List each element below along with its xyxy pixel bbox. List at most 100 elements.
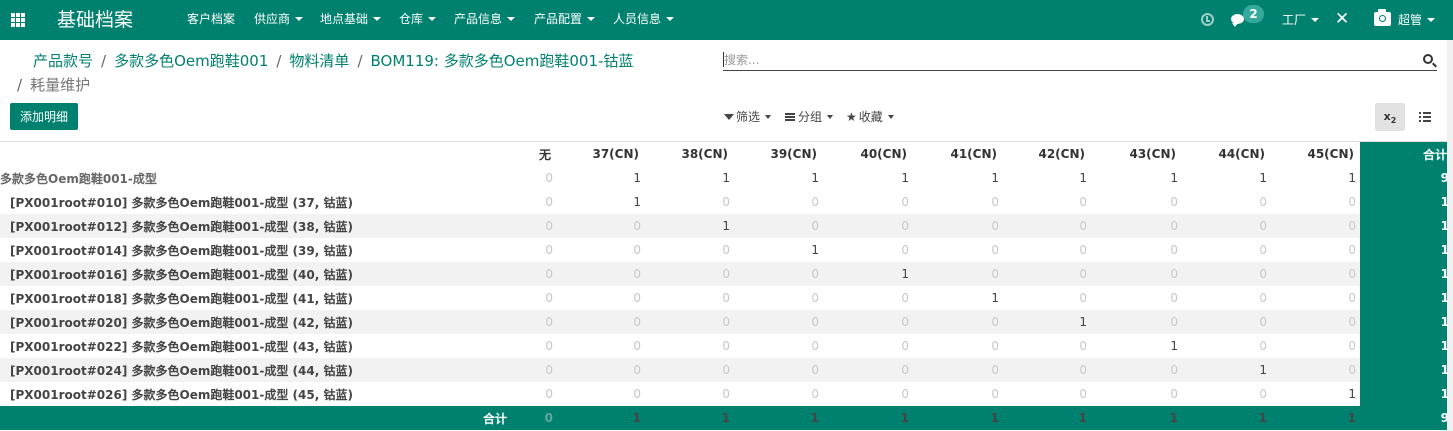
breadcrumb-item-bom-list[interactable]: 物料清单 <box>289 52 349 70</box>
pivot-cell: 0 <box>901 291 909 305</box>
pivot-cell: 0 <box>557 310 645 334</box>
caret-down-icon <box>1311 17 1320 22</box>
pivot-row-header[interactable]: [PX001root#024] 多款多色Oem跑鞋001-成型 (44, 钴蓝) <box>0 358 521 382</box>
filters-label: 筛选 <box>736 110 761 124</box>
pivot-row-header[interactable]: [PX001root#026] 多款多色Oem跑鞋001-成型 (45, 钴蓝) <box>0 382 521 406</box>
pivot-data-row: [PX001root#022] 多款多色Oem跑鞋001-成型 (43, 钴蓝)… <box>0 334 1453 358</box>
pivot-row-total: 1 <box>1360 190 1453 214</box>
pivot-row-header[interactable]: [PX001root#010] 多款多色Oem跑鞋001-成型 (37, 钴蓝) <box>0 190 521 214</box>
pivot-cell: 0 <box>734 358 823 382</box>
breadcrumb-separator: / <box>276 52 282 70</box>
favorites-dropdown[interactable]: ★ 收藏 <box>846 109 894 125</box>
breadcrumb-item-bom[interactable]: BOM119: 多款多色Oem跑鞋001-钴蓝 <box>371 52 634 70</box>
pivot-cell: 0 <box>991 387 999 401</box>
menu-location-basics[interactable]: 地点基础 <box>320 11 382 27</box>
pivot-cell: 0 <box>913 310 1003 334</box>
pivot-cell: 1 <box>1003 310 1091 334</box>
messages-count-badge: 2 <box>1243 5 1264 23</box>
menu-customer-files[interactable]: 客户档案 <box>187 11 235 27</box>
pivot-cell: 0 <box>1348 339 1356 353</box>
pivot-column-header[interactable]: 44(CN) <box>1182 142 1271 166</box>
user-menu[interactable]: 超管 <box>1398 11 1436 28</box>
filters-dropdown[interactable]: 筛选 <box>724 109 772 125</box>
pivot-cell: 0 <box>1003 358 1091 382</box>
group-by-label: 分组 <box>798 110 823 124</box>
pivot-column-header[interactable]: 45(CN) <box>1271 142 1360 166</box>
pivot-cell: 0 <box>811 291 819 305</box>
activity-clock-icon[interactable] <box>1201 13 1214 26</box>
pivot-cell: 0 <box>557 214 645 238</box>
pivot-cell: 0 <box>722 195 730 209</box>
pivot-cell: 0 <box>545 243 553 257</box>
camera-icon[interactable] <box>1374 9 1391 26</box>
pivot-footer-cell: 1 <box>645 406 734 430</box>
pivot-data-row: [PX001root#018] 多款多色Oem跑鞋001-成型 (41, 钴蓝)… <box>0 286 1453 310</box>
pivot-cell: 0 <box>557 262 645 286</box>
pivot-cell: 1 <box>991 171 999 185</box>
pivot-row-header[interactable]: [PX001root#018] 多款多色Oem跑鞋001-成型 (41, 钴蓝) <box>0 286 521 310</box>
pivot-column-header[interactable]: 38(CN) <box>645 142 734 166</box>
pivot-row-header[interactable]: [PX001root#014] 多款多色Oem跑鞋001-成型 (39, 钴蓝) <box>0 238 521 262</box>
pivot-row-header[interactable]: [PX001root#020] 多款多色Oem跑鞋001-成型 (42, 钴蓝) <box>0 310 521 334</box>
pivot-cell: 0 <box>545 195 553 209</box>
pivot-column-header[interactable]: 37(CN) <box>557 142 645 166</box>
pivot-column-header[interactable]: 39(CN) <box>734 142 823 166</box>
pivot-cell: 0 <box>734 262 823 286</box>
pivot-row-total: 1 <box>1360 286 1453 310</box>
company-switcher[interactable]: 工厂 <box>1282 11 1320 28</box>
pivot-data-row: [PX001root#024] 多款多色Oem跑鞋001-成型 (44, 钴蓝)… <box>0 358 1453 382</box>
add-detail-button[interactable]: 添加明细 <box>10 103 78 130</box>
menu-label: 供应商 <box>254 12 291 26</box>
pivot-row-total: 1 <box>1360 310 1453 334</box>
menu-warehouse[interactable]: 仓库 <box>399 11 437 27</box>
pivot-footer-cell: 1 <box>1182 406 1271 430</box>
menu-suppliers[interactable]: 供应商 <box>254 11 304 27</box>
pivot-cell: 1 <box>811 243 819 257</box>
pivot-row-header[interactable]: [PX001root#012] 多款多色Oem跑鞋001-成型 (38, 钴蓝) <box>0 214 521 238</box>
search-input[interactable] <box>723 50 1403 70</box>
pivot-cell: 0 <box>633 387 641 401</box>
pivot-column-header[interactable]: 41(CN) <box>913 142 1003 166</box>
menu-product-info[interactable]: 产品信息 <box>454 11 516 27</box>
pivot-cell: 0 <box>1170 387 1178 401</box>
pivot-cell: 1 <box>1259 171 1267 185</box>
vertical-scrollbar[interactable] <box>1447 40 1453 431</box>
pivot-footer-cell: 0 <box>521 406 557 430</box>
messages-icon[interactable] <box>1231 14 1244 27</box>
pivot-cell: 0 <box>1079 195 1087 209</box>
search-icon[interactable] <box>1423 54 1433 64</box>
pivot-cell: 0 <box>545 291 553 305</box>
subscript-view-button[interactable]: x2 <box>1375 103 1405 131</box>
pivot-cell: 0 <box>633 339 641 353</box>
group-by-dropdown[interactable]: 分组 <box>785 109 834 125</box>
pivot-cell: 1 <box>811 171 819 185</box>
pivot-cell: 0 <box>811 387 819 401</box>
breadcrumb-item-product[interactable]: 多款多色Oem跑鞋001 <box>114 52 268 70</box>
pivot-cell: 0 <box>1271 214 1360 238</box>
pivot-table-container: 无 37(CN) 38(CN) 39(CN) 40(CN) 41(CN) 42(CN) 43(… <box>0 141 1453 431</box>
pivot-cell: 0 <box>1182 262 1271 286</box>
pivot-column-header[interactable]: 43(CN) <box>1091 142 1182 166</box>
pivot-column-header[interactable]: 无 <box>521 142 557 166</box>
menu-label: 产品信息 <box>454 12 503 26</box>
pivot-cell: 1 <box>1170 171 1178 185</box>
pivot-cell: 0 <box>1348 195 1356 209</box>
pivot-cell: 0 <box>1003 214 1091 238</box>
pivot-cell: 0 <box>901 243 909 257</box>
pivot-cell: 0 <box>633 243 641 257</box>
pivot-cell: 0 <box>1259 243 1267 257</box>
pivot-row-total: 1 <box>1360 238 1453 262</box>
pivot-row-header[interactable]: [PX001root#022] 多款多色Oem跑鞋001-成型 (43, 钴蓝) <box>0 334 521 358</box>
breadcrumb-item-product-style[interactable]: 产品款号 <box>33 52 93 70</box>
apps-menu-icon[interactable] <box>11 13 25 27</box>
menu-product-config[interactable]: 产品配置 <box>534 11 596 27</box>
pivot-row-total: 1 <box>1360 214 1453 238</box>
list-view-button[interactable] <box>1410 103 1440 131</box>
pivot-cell: 0 <box>1079 387 1087 401</box>
pivot-column-header[interactable]: 40(CN) <box>823 142 913 166</box>
menu-staff-info[interactable]: 人员信息 <box>613 11 675 27</box>
pivot-column-header[interactable]: 42(CN) <box>1003 142 1091 166</box>
pivot-row-header[interactable]: 多款多色Oem跑鞋001-成型 <box>0 166 521 190</box>
close-icon[interactable]: ✕ <box>1335 9 1349 29</box>
pivot-row-header[interactable]: [PX001root#016] 多款多色Oem跑鞋001-成型 (40, 钴蓝) <box>0 262 521 286</box>
